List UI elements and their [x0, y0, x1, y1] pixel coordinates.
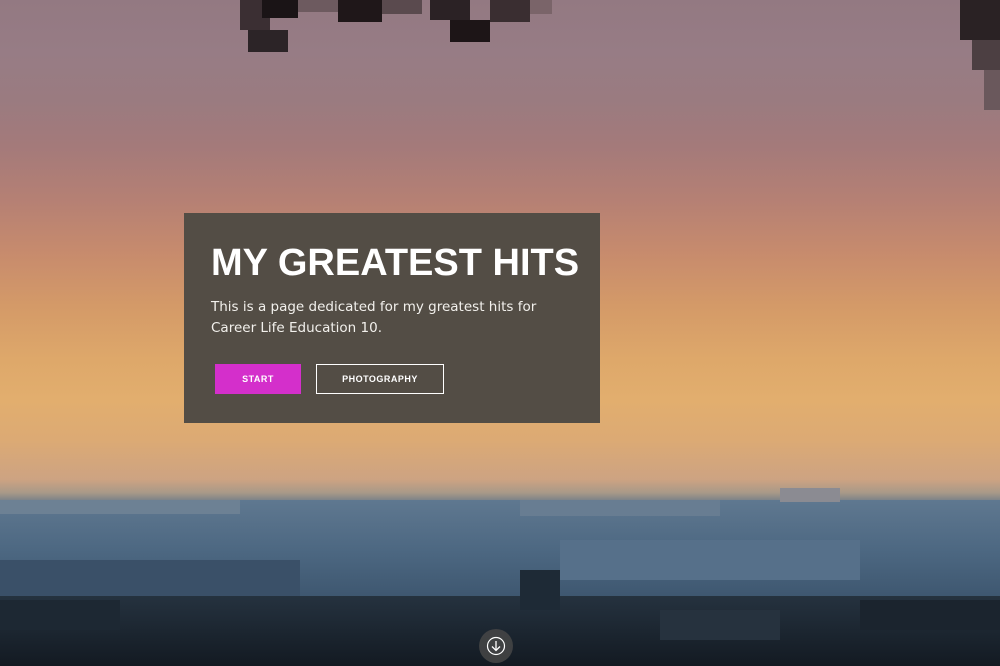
background-pixel	[490, 0, 530, 22]
arrow-down-icon	[486, 636, 506, 656]
background-pixel	[960, 0, 1000, 40]
background-pixel	[984, 70, 1000, 110]
background-pixel	[780, 488, 840, 502]
background-pixel	[860, 600, 1000, 630]
photography-button[interactable]: PHOTOGRAPHY	[316, 364, 444, 394]
background-pixel	[660, 610, 780, 640]
background-pixel	[0, 560, 300, 600]
hero-buttons: START PHOTOGRAPHY	[215, 364, 444, 394]
background-pixel	[560, 540, 860, 580]
background-pixel	[262, 0, 298, 18]
page-title: MY GREATEST HITS	[211, 242, 580, 284]
hero-section: MY GREATEST HITS This is a page dedicate…	[0, 0, 1000, 666]
background-pixel	[0, 600, 120, 630]
background-pixel	[530, 0, 552, 14]
background-pixel	[338, 0, 382, 22]
hero-panel: MY GREATEST HITS This is a page dedicate…	[184, 213, 600, 423]
start-button[interactable]: START	[215, 364, 301, 394]
background-pixel	[520, 500, 720, 516]
background-pixel	[450, 20, 490, 42]
background-pixel	[0, 500, 240, 514]
background-pixel	[520, 570, 560, 610]
background-pixel	[972, 40, 1000, 70]
background-pixel	[248, 30, 288, 52]
scroll-down-button[interactable]	[479, 629, 513, 663]
background-pixel	[430, 0, 470, 20]
background-pixel	[298, 0, 338, 12]
page-description: This is a page dedicated for my greatest…	[211, 299, 537, 336]
background-pixel	[382, 0, 422, 14]
